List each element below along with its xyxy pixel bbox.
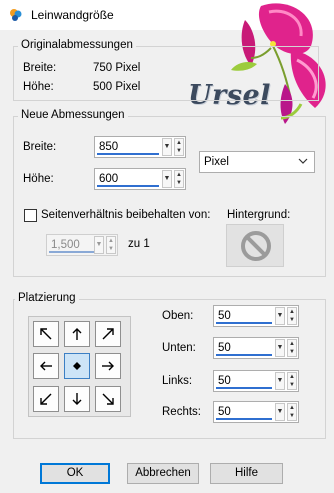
placement-legend: Platzierung	[15, 292, 79, 304]
ratio-suffix: zu 1	[128, 238, 150, 250]
ok-button[interactable]: OK	[40, 463, 110, 484]
new-height-spinner[interactable]: ▲ ▼	[174, 170, 184, 188]
new-height-focus-line	[97, 185, 159, 187]
help-button[interactable]: Hilfe	[210, 463, 283, 484]
place-top-left-button[interactable]	[33, 321, 59, 347]
original-width-value: 750 Pixel	[93, 62, 141, 74]
arrow-left-icon	[40, 361, 52, 371]
new-width-spinner[interactable]: ▲ ▼	[174, 138, 184, 156]
ratio-spinner[interactable]: ▲ ▼	[106, 236, 116, 254]
original-dimensions-legend: Originalabmessungen	[18, 39, 136, 51]
original-height-value: 500 Pixel	[93, 81, 141, 93]
right-offset-dropdown-icon[interactable]: ▼	[275, 403, 285, 421]
left-offset-input[interactable]: 50 ▼ ▲ ▼	[213, 370, 299, 392]
unit-select[interactable]: Pixel	[199, 151, 315, 173]
right-offset-input[interactable]: 50 ▼ ▲ ▼	[213, 401, 299, 423]
ratio-value: 1,500	[51, 239, 80, 251]
place-middle-right-button[interactable]	[95, 353, 121, 379]
new-width-label: Breite:	[23, 141, 57, 153]
new-height-value: 600	[99, 173, 119, 185]
keep-ratio-label[interactable]: Seitenverhältnis beibehalten von:	[41, 209, 210, 221]
unit-select-value: Pixel	[204, 156, 229, 168]
new-dimensions-legend: Neue Abmessungen	[18, 109, 128, 121]
left-offset-value: 50	[218, 375, 231, 387]
bottom-offset-input[interactable]: 50 ▼ ▲ ▼	[213, 337, 299, 359]
ratio-input[interactable]: 1,500 ▼ ▲ ▼	[46, 234, 118, 256]
bottom-offset-label: Unten:	[162, 342, 196, 354]
place-bottom-center-button[interactable]	[64, 386, 90, 412]
right-offset-label: Rechts:	[162, 406, 201, 418]
top-offset-dropdown-icon[interactable]: ▼	[275, 307, 285, 325]
keep-ratio-checkbox[interactable]	[24, 209, 37, 222]
background-color-swatch[interactable]	[226, 224, 284, 267]
right-offset-spinner[interactable]: ▲ ▼	[287, 403, 297, 421]
new-height-dropdown-icon[interactable]: ▼	[162, 170, 172, 188]
new-width-input[interactable]: 850 ▼ ▲ ▼	[94, 136, 186, 158]
arrow-down-icon	[72, 393, 82, 405]
bottom-offset-focus-line	[216, 354, 272, 356]
background-label: Hintergrund:	[227, 209, 291, 221]
place-top-right-button[interactable]	[95, 321, 121, 347]
chevron-down-icon	[298, 158, 308, 164]
bottom-offset-dropdown-icon[interactable]: ▼	[275, 339, 285, 357]
original-width-label: Breite:	[23, 62, 57, 74]
right-offset-focus-line	[216, 418, 272, 420]
arrow-up-icon	[72, 328, 82, 340]
ratio-dropdown-icon[interactable]: ▼	[94, 236, 104, 254]
paintshop-app-icon	[10, 9, 22, 21]
ratio-focus-line	[49, 251, 97, 253]
left-offset-focus-line	[216, 387, 272, 389]
place-center-button[interactable]	[64, 353, 90, 379]
new-width-dropdown-icon[interactable]: ▼	[162, 138, 172, 156]
top-offset-input[interactable]: 50 ▼ ▲ ▼	[213, 305, 299, 327]
cancel-button[interactable]: Abbrechen	[127, 463, 199, 484]
arrow-down-right-icon	[102, 393, 114, 405]
place-bottom-right-button[interactable]	[95, 386, 121, 412]
arrow-up-right-icon	[102, 328, 114, 340]
left-offset-dropdown-icon[interactable]: ▼	[275, 372, 285, 390]
bottom-offset-spinner[interactable]: ▲ ▼	[287, 339, 297, 357]
arrow-right-icon	[102, 361, 114, 371]
right-offset-value: 50	[218, 406, 231, 418]
original-dimensions-group	[13, 46, 319, 101]
left-offset-spinner[interactable]: ▲ ▼	[287, 372, 297, 390]
center-dot-icon	[73, 362, 81, 370]
place-bottom-left-button[interactable]	[33, 386, 59, 412]
new-height-label: Höhe:	[23, 173, 54, 185]
left-offset-label: Links:	[162, 375, 193, 387]
new-width-focus-line	[97, 153, 159, 155]
bottom-offset-value: 50	[218, 342, 231, 354]
top-offset-value: 50	[218, 310, 231, 322]
place-middle-left-button[interactable]	[33, 353, 59, 379]
new-height-input[interactable]: 600 ▼ ▲ ▼	[94, 168, 186, 190]
place-top-center-button[interactable]	[64, 321, 90, 347]
original-height-label: Höhe:	[23, 81, 54, 93]
arrow-up-left-icon	[40, 328, 52, 340]
new-width-value: 850	[99, 141, 119, 153]
arrow-down-left-icon	[40, 393, 52, 405]
window-title: Leinwandgröße	[31, 8, 114, 22]
top-offset-label: Oben:	[162, 310, 194, 322]
top-offset-focus-line	[216, 322, 272, 324]
title-bar: Leinwandgröße	[0, 0, 334, 30]
top-offset-spinner[interactable]: ▲ ▼	[287, 307, 297, 325]
no-fill-icon	[241, 231, 271, 261]
